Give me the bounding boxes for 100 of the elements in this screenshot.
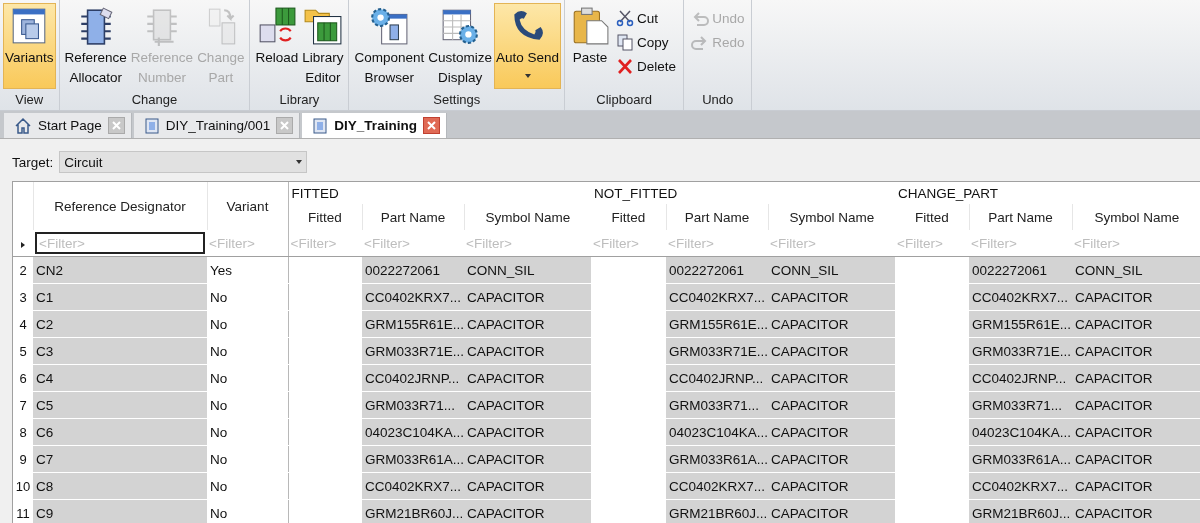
table-cell: CAPACITOR (771, 370, 849, 386)
ribbon-button[interactable]: Copy (612, 31, 681, 53)
row-number: 6 (19, 370, 27, 386)
table-cell: GRM033R71E... (669, 343, 769, 359)
ribbon-button[interactable]: Library Editor (300, 3, 346, 89)
column-header[interactable]: Fitted (914, 209, 949, 225)
caret-icon (296, 160, 303, 164)
table-cell: Yes (210, 262, 233, 278)
filter-field[interactable]: <Filter> (593, 232, 665, 254)
filter-field[interactable]: <Filter> (971, 232, 1071, 254)
group-label: Settings (432, 92, 482, 109)
table-cell: C5 (36, 397, 54, 413)
filter-field[interactable]: <Filter> (209, 232, 286, 254)
gear-icon (369, 6, 410, 46)
group-header: FITTED (291, 185, 339, 201)
filter-field[interactable]: <Filter> (770, 232, 894, 254)
current-row-icon (21, 241, 25, 248)
table-cell: No (210, 397, 228, 413)
table-cell: CAPACITOR (1075, 289, 1153, 305)
ribbon-button[interactable]: Auto Send (494, 3, 562, 89)
row-number: 4 (19, 316, 27, 332)
row-number: 9 (19, 451, 27, 467)
group-header: CHANGE_PART (898, 185, 999, 201)
document-tab[interactable]: DIY_Training/001 (133, 113, 301, 138)
group-label: View (14, 92, 45, 109)
ribbon-button[interactable]: Customize Display (426, 3, 495, 89)
column-header[interactable]: Part Name (988, 209, 1053, 225)
table-cell: CC0402KRX7... (972, 289, 1069, 305)
table-cell: CAPACITOR (467, 478, 545, 494)
table-cell: CAPACITOR (1075, 343, 1153, 359)
document-icon (143, 117, 160, 134)
ribbon-button[interactable]: Component Browser (352, 3, 427, 89)
table-cell: CAPACITOR (467, 370, 545, 386)
table-cell: CC0402KRX7... (669, 478, 766, 494)
table-cell: CAPACITOR (771, 424, 849, 440)
copy-icon (616, 33, 635, 51)
table-cell: CAPACITOR (1075, 316, 1153, 332)
table-cell: CAPACITOR (1075, 478, 1153, 494)
filter-field[interactable]: <Filter> (897, 232, 968, 254)
table-cell: GRM033R61A... (669, 451, 769, 467)
close-icon[interactable] (422, 117, 440, 134)
table-cell: GRM033R71... (365, 397, 456, 413)
table-cell: GRM033R71E... (972, 343, 1072, 359)
table-cell: No (210, 343, 228, 359)
target-dropdown[interactable]: Circuit (59, 151, 308, 173)
table-cell: CAPACITOR (467, 397, 545, 413)
column-header[interactable]: Fitted (611, 209, 646, 225)
group-label: Clipboard (595, 92, 653, 109)
ribbon-button[interactable]: Reload (253, 3, 301, 89)
ribbon-button[interactable]: Paste (568, 3, 613, 89)
ribbon-button[interactable]: Variants (3, 3, 56, 89)
table-cell: CAPACITOR (771, 343, 849, 359)
row-number: 2 (19, 262, 27, 278)
filter-field[interactable]: <Filter> (466, 232, 590, 254)
table-cell: CAPACITOR (467, 505, 545, 521)
home-icon (14, 116, 32, 135)
table-cell: CC0402JRNP... (972, 370, 1067, 386)
table-cell: No (210, 424, 228, 440)
table-cell: No (210, 505, 228, 521)
column-header[interactable]: Symbol Name (1094, 209, 1180, 225)
close-icon[interactable] (276, 117, 294, 134)
filter-field[interactable]: <Filter> (668, 232, 767, 254)
close-icon[interactable] (107, 117, 125, 134)
table-cell: 04023C104KA... (972, 424, 1072, 440)
table-cell: CC0402JRNP... (669, 370, 764, 386)
document-tab[interactable]: DIY_Training (302, 113, 447, 138)
document-tab[interactable]: Start Page (4, 113, 132, 138)
filter-field[interactable]: <Filter> (364, 232, 462, 254)
table-cell: 04023C104KA... (365, 424, 464, 440)
filter-field[interactable]: <Filter> (1074, 232, 1200, 254)
group-label: Change (130, 92, 179, 109)
table-cell: No (210, 370, 228, 386)
table-cell: C3 (36, 343, 54, 359)
undo-icon (691, 9, 710, 27)
filter-field[interactable]: <Filter> (35, 232, 205, 254)
group-label: Undo (701, 92, 735, 109)
table-cell: C6 (36, 424, 54, 440)
ribbon-button[interactable]: Delete (612, 55, 681, 77)
column-header[interactable]: Fitted (308, 209, 342, 225)
ribbon-button[interactable]: Reference Allocator (62, 3, 129, 89)
table-cell: CAPACITOR (467, 451, 545, 467)
column-header[interactable]: Variant (226, 198, 269, 214)
row-number: 5 (19, 343, 27, 359)
filter-field[interactable]: <Filter> (290, 232, 360, 254)
table-cell: GRM21BR60J... (365, 505, 464, 521)
column-header[interactable]: Symbol Name (789, 209, 875, 225)
ribbon-button[interactable]: Cut (612, 7, 681, 29)
column-header[interactable]: Reference Designator (54, 198, 186, 214)
table-cell: No (210, 289, 228, 305)
column-header[interactable]: Symbol Name (485, 209, 571, 225)
table-cell: CC0402KRX7... (972, 478, 1069, 494)
document-icon (312, 117, 329, 134)
table-cell: CAPACITOR (1075, 505, 1153, 521)
group-label: Library (278, 92, 321, 109)
table-cell: C9 (36, 505, 54, 521)
column-header[interactable]: Part Name (380, 209, 446, 225)
table-cell: CAPACITOR (771, 505, 849, 521)
table-cell: CAPACITOR (771, 316, 849, 332)
column-header[interactable]: Part Name (684, 209, 750, 225)
table-cell: CAPACITOR (467, 316, 545, 332)
